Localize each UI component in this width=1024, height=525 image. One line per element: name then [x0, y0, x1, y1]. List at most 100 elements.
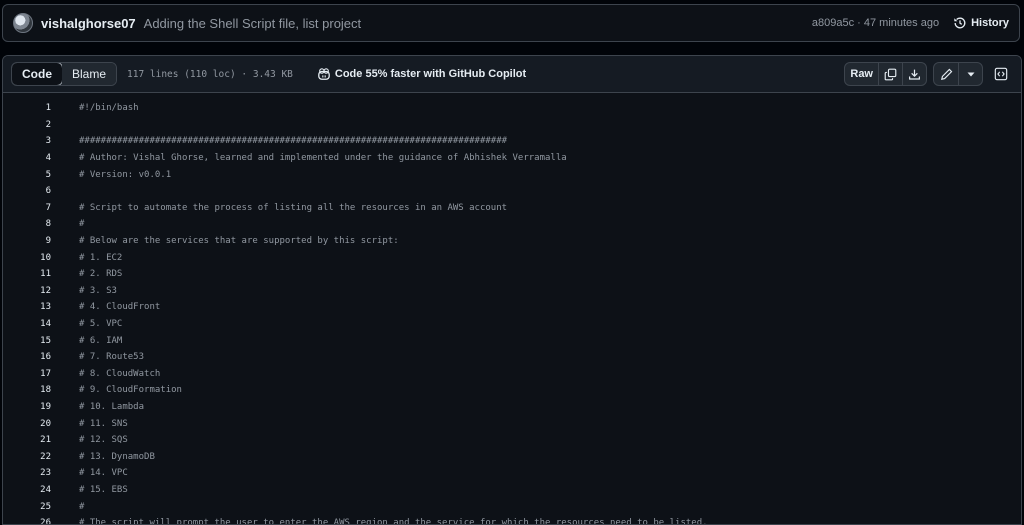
- code-line: 14 # 5. VPC: [3, 316, 1021, 333]
- file-actions: Raw: [844, 62, 1013, 86]
- edit-group: [933, 62, 983, 86]
- line-content: #!/bin/bash: [79, 103, 139, 114]
- line-number[interactable]: 8: [3, 219, 51, 229]
- code-line: 2: [3, 117, 1021, 134]
- line-content: # 1. EC2: [79, 252, 123, 263]
- code-line: 16 # 7. Route53: [3, 349, 1021, 366]
- code-line: 19 # 10. Lambda: [3, 399, 1021, 416]
- commit-author-link[interactable]: vishalghorse07: [41, 16, 136, 31]
- history-icon: [954, 17, 966, 29]
- commit-meta: a809a5c · 47 minutes ago History: [812, 16, 1009, 30]
- code-line: 26 # The script will prompt the user to e…: [3, 515, 1021, 524]
- edit-dropdown-button[interactable]: [958, 63, 982, 85]
- tab-blame[interactable]: Blame: [62, 63, 117, 85]
- copilot-icon: [318, 67, 330, 80]
- line-number[interactable]: 25: [3, 502, 51, 512]
- view-toggle: Code Blame: [11, 62, 118, 86]
- line-number[interactable]: 3: [3, 136, 51, 146]
- edit-button[interactable]: [934, 63, 958, 85]
- code-line: 1 #!/bin/bash: [3, 100, 1021, 117]
- line-number[interactable]: 15: [3, 336, 51, 346]
- line-number[interactable]: 11: [3, 269, 51, 279]
- line-number[interactable]: 2: [3, 120, 51, 130]
- copilot-text: Code 55% faster with GitHub Copilot: [334, 68, 527, 80]
- line-number[interactable]: 14: [3, 319, 51, 329]
- code-line: 15 # 6. IAM: [3, 332, 1021, 349]
- pencil-icon: [940, 68, 952, 80]
- line-number[interactable]: 12: [3, 286, 51, 296]
- file-header: Code Blame 117 lines (110 loc) · 3.43 KB…: [3, 56, 1021, 93]
- line-content: # 12. SQS: [79, 435, 128, 446]
- line-number[interactable]: 21: [3, 435, 51, 445]
- commit-message-link[interactable]: Adding the Shell Script file, list proje…: [144, 16, 362, 31]
- line-content: # 6. IAM: [79, 335, 123, 346]
- code-line: 18 # 9. CloudFormation: [3, 382, 1021, 399]
- file-meta: 117 lines (110 loc) · 3.43 KB: [127, 68, 293, 80]
- line-number[interactable]: 18: [3, 385, 51, 395]
- avatar[interactable]: [13, 13, 33, 33]
- code-line: 24 # 15. EBS: [3, 482, 1021, 499]
- line-number[interactable]: 10: [3, 253, 51, 263]
- line-content: ########################################…: [79, 136, 508, 147]
- line-content: # 10. Lambda: [79, 401, 145, 412]
- line-number[interactable]: 4: [3, 153, 51, 163]
- code-view[interactable]: 1 #!/bin/bash 2 3 ##########################…: [3, 93, 1021, 524]
- code-line: 12 # 3. S3: [3, 283, 1021, 300]
- line-content: # 9. CloudFormation: [79, 385, 182, 396]
- line-content: # Below are the services that are suppor…: [79, 236, 399, 247]
- symbols-panel-button[interactable]: [989, 62, 1013, 86]
- file-viewer: Code Blame 117 lines (110 loc) · 3.43 KB…: [2, 55, 1022, 525]
- raw-button[interactable]: Raw: [845, 63, 878, 85]
- code-line: 10 # 1. EC2: [3, 249, 1021, 266]
- code-line: 4 # Author: Vishal Ghorse, learned and im…: [3, 150, 1021, 167]
- line-number[interactable]: 16: [3, 352, 51, 362]
- line-number[interactable]: 24: [3, 485, 51, 495]
- line-number[interactable]: 22: [3, 452, 51, 462]
- download-icon: [909, 69, 920, 80]
- line-content: # Version: v0.0.1: [79, 169, 172, 180]
- code-line: 9 # Below are the services that are suppo…: [3, 233, 1021, 250]
- line-content: # 4. CloudFront: [79, 302, 161, 313]
- line-content: # 7. Route53: [79, 352, 145, 363]
- line-content: # 13. DynamoDB: [79, 451, 155, 462]
- code-line: 25 #: [3, 498, 1021, 515]
- copy-raw-button[interactable]: [878, 63, 902, 85]
- code-line: 22 # 13. DynamoDB: [3, 448, 1021, 465]
- line-number[interactable]: 19: [3, 402, 51, 412]
- line-number[interactable]: 7: [3, 203, 51, 213]
- line-number[interactable]: 17: [3, 369, 51, 379]
- line-content: # 11. SNS: [79, 418, 128, 429]
- code-line: 6: [3, 183, 1021, 200]
- code-line: 3 #######################################…: [3, 133, 1021, 150]
- download-button[interactable]: [902, 63, 926, 85]
- code-line: 11 # 2. RDS: [3, 266, 1021, 283]
- code-line: 7 # Script to automate the process of lis…: [3, 200, 1021, 217]
- line-content: # Script to automate the process of list…: [79, 202, 508, 213]
- history-button[interactable]: History: [953, 16, 1009, 30]
- line-number[interactable]: 23: [3, 468, 51, 478]
- latest-commit-bar: vishalghorse07 Adding the Shell Script f…: [2, 4, 1020, 42]
- commit-hash-time[interactable]: a809a5c · 47 minutes ago: [812, 17, 939, 29]
- line-content: #: [79, 501, 85, 512]
- copy-icon: [884, 68, 897, 80]
- line-content: # Author: Vishal Ghorse, learned and imp…: [79, 153, 567, 164]
- line-number[interactable]: 20: [3, 419, 51, 429]
- code-line: 20 # 11. SNS: [3, 415, 1021, 432]
- line-content: # 8. CloudWatch: [79, 368, 161, 379]
- code-line: 13 # 4. CloudFront: [3, 299, 1021, 316]
- history-label: History: [971, 17, 1009, 29]
- triangle-down-icon: [967, 72, 974, 77]
- tab-code[interactable]: Code: [12, 63, 63, 85]
- line-content: # 14. VPC: [79, 468, 128, 479]
- line-number[interactable]: 9: [3, 236, 51, 246]
- line-number[interactable]: 6: [3, 186, 51, 196]
- code-line: 21 # 12. SQS: [3, 432, 1021, 449]
- line-number[interactable]: 1: [3, 103, 51, 113]
- line-number[interactable]: 13: [3, 302, 51, 312]
- code-line: 17 # 8. CloudWatch: [3, 366, 1021, 383]
- copilot-promo-link[interactable]: Code 55% faster with GitHub Copilot: [317, 67, 527, 81]
- line-content: # 3. S3: [79, 285, 117, 296]
- line-content: #: [79, 219, 85, 230]
- line-content: # 2. RDS: [79, 269, 123, 280]
- line-number[interactable]: 5: [3, 170, 51, 180]
